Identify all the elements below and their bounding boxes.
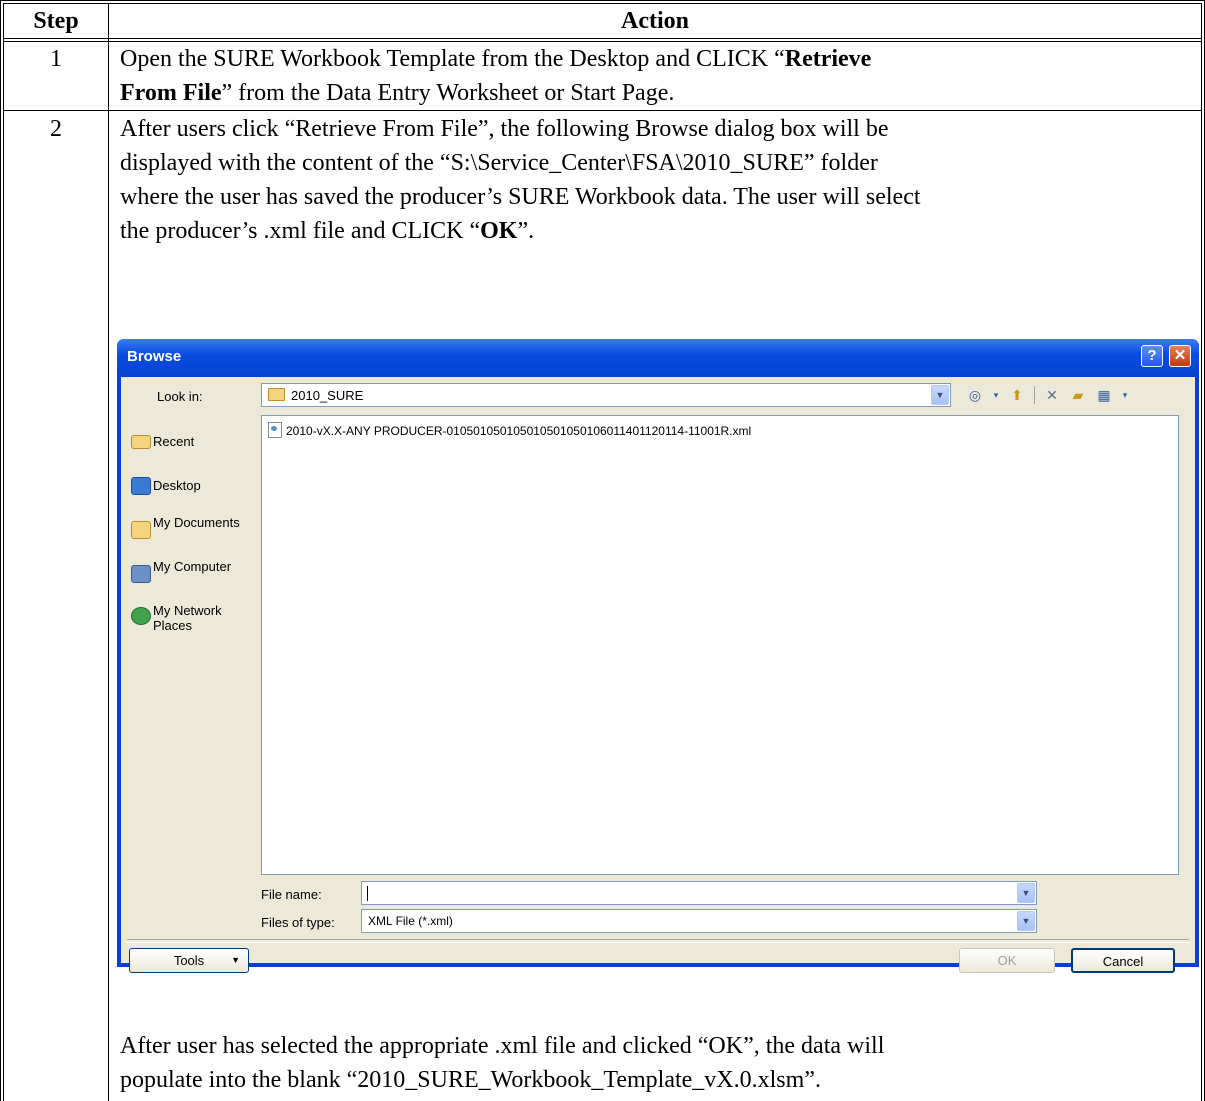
folder-icon: [268, 388, 285, 401]
chevron-down-icon: ▼: [231, 955, 240, 965]
step-number-1: 1: [50, 46, 62, 72]
dialog-toolbar: ◎ ▾ ⬆ ✕ ▰ ▦ ▾: [966, 385, 1129, 405]
row-divider: [4, 110, 1201, 111]
step-2-text: After users click “Retrieve From File”, …: [120, 116, 921, 244]
back-dropdown-icon[interactable]: ▾: [992, 386, 1000, 404]
places-bar: Recent Desktop My Documents My Computer …: [129, 417, 249, 937]
look-in-label: Look in:: [157, 389, 203, 404]
close-button[interactable]: ✕: [1169, 345, 1191, 367]
toolbar-separator: [1034, 386, 1035, 404]
network-places-icon: [131, 607, 151, 625]
ok-button[interactable]: OK: [959, 948, 1055, 973]
desktop-icon: [131, 477, 151, 495]
files-of-type-dropdown[interactable]: XML File (*.xml) ▼: [361, 909, 1037, 933]
dialog-client-area: Look in: 2010_SURE ▼ ◎ ▾ ⬆ ✕ ▰ ▦ ▾ Recen…: [121, 377, 1195, 973]
my-documents-icon: [131, 521, 151, 539]
text-cursor: [367, 886, 368, 901]
views-dropdown-icon[interactable]: ▾: [1121, 386, 1129, 404]
my-computer-icon: [131, 565, 151, 583]
dialog-separator: [127, 939, 1189, 943]
file-item-name: 2010-vX.X-ANY PRODUCER-01050105010501050…: [286, 424, 752, 438]
back-icon[interactable]: ◎: [966, 386, 984, 404]
look-in-dropdown[interactable]: 2010_SURE ▼: [261, 383, 951, 407]
header-action: Action: [621, 8, 689, 34]
file-list[interactable]: 2010-vX.X-ANY PRODUCER-01050105010501050…: [261, 415, 1179, 875]
dialog-title: Browse: [127, 348, 182, 365]
step-2-after-text: After user has selected the appropriate …: [120, 1033, 885, 1093]
header-step: Step: [33, 8, 79, 34]
procedure-table: Step Action 1 Open the SURE Workbook Tem…: [0, 0, 1205, 1101]
step-number-2: 2: [50, 116, 62, 142]
browse-dialog: Browse ? ✕ Look in: 2010_SURE ▼ ◎ ▾ ⬆ ✕ …: [117, 339, 1199, 973]
dialog-title-bar[interactable]: Browse ? ✕: [117, 339, 1199, 377]
chevron-down-icon[interactable]: ▼: [1017, 883, 1035, 903]
new-folder-icon[interactable]: ▰: [1069, 386, 1087, 404]
xml-file-icon: [268, 422, 282, 438]
column-divider: [108, 4, 109, 1101]
cancel-button[interactable]: Cancel: [1071, 948, 1175, 973]
file-item[interactable]: 2010-vX.X-ANY PRODUCER-01050105010501050…: [268, 422, 751, 438]
recent-folder-icon: [131, 435, 151, 449]
chevron-down-icon[interactable]: ▼: [931, 385, 949, 405]
up-folder-icon[interactable]: ⬆: [1008, 386, 1026, 404]
step-1-text: Open the SURE Workbook Template from the…: [120, 46, 872, 106]
look-in-value: 2010_SURE: [291, 388, 364, 403]
tools-button[interactable]: Tools ▼: [129, 948, 249, 973]
file-name-input[interactable]: ▼: [361, 881, 1037, 905]
file-name-label: File name:: [261, 887, 322, 902]
help-button[interactable]: ?: [1141, 345, 1163, 367]
views-icon[interactable]: ▦: [1095, 386, 1113, 404]
files-of-type-label: Files of type:: [261, 915, 335, 930]
chevron-down-icon[interactable]: ▼: [1017, 911, 1035, 931]
delete-icon[interactable]: ✕: [1043, 386, 1061, 404]
